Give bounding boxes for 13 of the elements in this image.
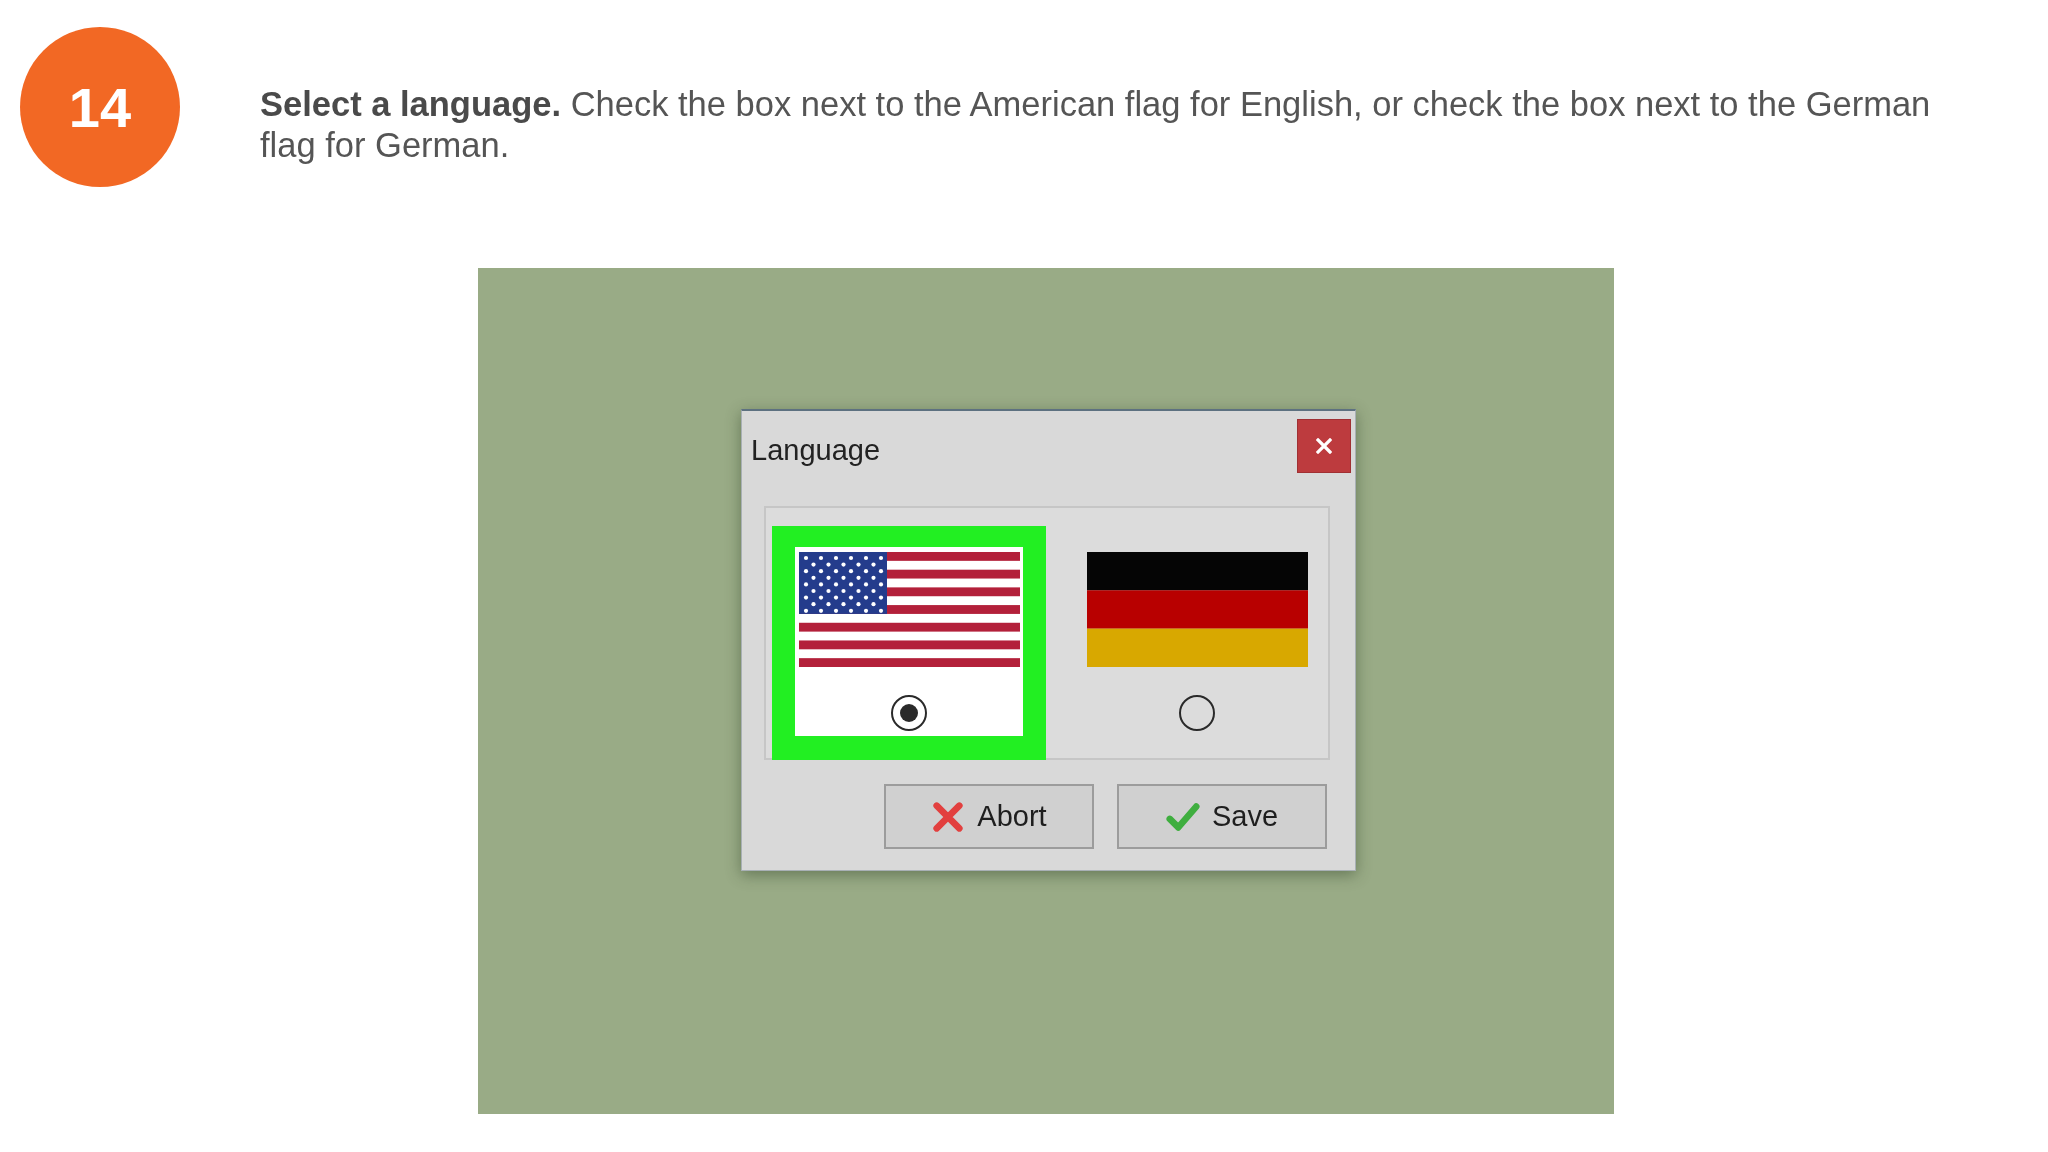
radio-button[interactable] — [1179, 695, 1215, 731]
american-flag-icon — [798, 552, 1020, 667]
close-icon — [1316, 438, 1332, 454]
step-number-badge: 14 — [20, 27, 180, 187]
close-button[interactable] — [1297, 419, 1351, 473]
radio-button[interactable] — [891, 695, 927, 731]
instruction-text: Select a language. Check the box next to the American flag for English, or check the box next to the German flag for German. — [260, 84, 1932, 166]
save-button[interactable]: Save — [1117, 784, 1327, 849]
cross-mark-icon — [931, 799, 966, 834]
dialog-title: Language — [751, 434, 881, 467]
german-flag-icon — [1086, 552, 1308, 667]
selection-highlight[interactable] — [772, 526, 1046, 760]
abort-button[interactable]: Abort — [884, 784, 1094, 849]
